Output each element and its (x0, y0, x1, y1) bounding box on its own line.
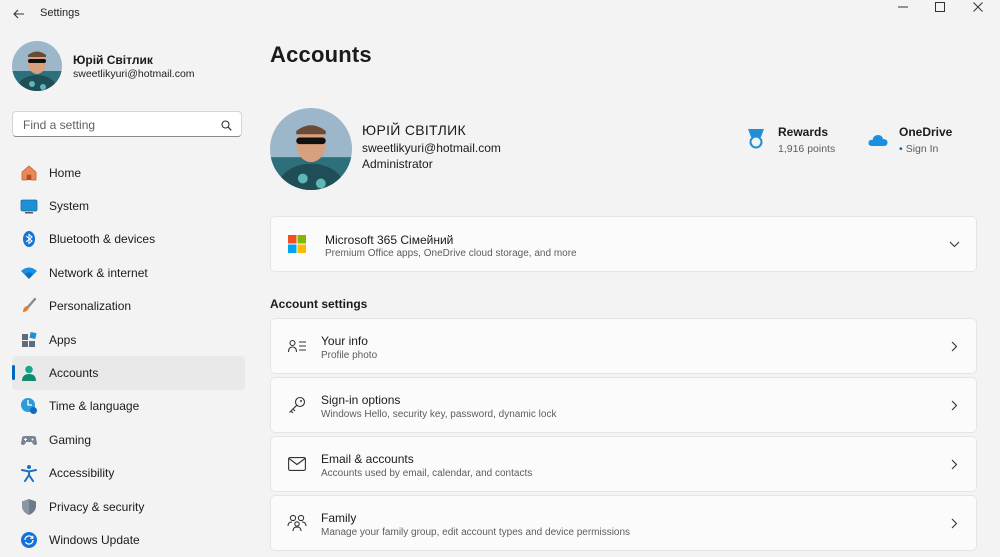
search-icon[interactable] (221, 118, 232, 136)
chevron-right-icon (948, 399, 960, 411)
sidebar: Юрій Світлик sweetlikyuri@hotmail.com Ho… (0, 30, 256, 556)
maximize-button[interactable] (921, 0, 959, 14)
chevron-right-icon (948, 340, 960, 352)
onedrive-status-text: Sign In (905, 143, 939, 155)
update-icon (20, 531, 38, 549)
email-accounts-card[interactable]: Email & accounts Accounts used by email,… (270, 436, 977, 492)
system-icon (20, 197, 38, 215)
app-title: Settings (40, 7, 80, 19)
accounts-icon (20, 364, 38, 382)
sidebar-item-bluetooth[interactable]: Bluetooth & devices (12, 223, 245, 256)
user-email: sweetlikyuri@hotmail.com (73, 68, 195, 80)
sign-in-options-title: Sign-in options (321, 393, 401, 407)
sidebar-item-label: Windows Update (49, 532, 140, 547)
sidebar-item-apps[interactable]: Apps (12, 323, 245, 356)
brush-icon (20, 297, 38, 315)
sidebar-item-label: Accessibility (49, 466, 115, 481)
onedrive-status: • Sign In (899, 143, 938, 155)
onedrive-cloud-icon (868, 133, 888, 152)
rewards-medal-icon (746, 127, 766, 156)
sidebar-item-system[interactable]: System (12, 189, 245, 222)
chevron-down-icon[interactable] (948, 238, 960, 250)
chevron-right-icon (948, 517, 960, 529)
sidebar-item-gaming[interactable]: Gaming (12, 423, 245, 456)
sidebar-item-time-language[interactable]: Time & language (12, 390, 245, 423)
sidebar-item-accounts[interactable]: Accounts (12, 356, 245, 390)
gamepad-icon (20, 431, 38, 449)
section-title: Account settings (270, 297, 368, 311)
your-info-title: Your info (321, 334, 368, 348)
sign-in-options-card[interactable]: Sign-in options Windows Hello, security … (270, 377, 977, 433)
search-input[interactable] (21, 115, 215, 135)
status-dot-icon: • (899, 143, 903, 155)
close-button[interactable] (959, 0, 997, 14)
back-arrow-icon (13, 9, 24, 19)
sidebar-item-label: Privacy & security (49, 499, 145, 514)
home-icon (20, 164, 38, 182)
rewards-title: Rewards (778, 125, 829, 139)
minimize-button[interactable] (884, 0, 922, 14)
user-name: Юрій Світлик (73, 53, 153, 67)
sidebar-item-label: Network & internet (49, 265, 148, 280)
email-accounts-title: Email & accounts (321, 452, 414, 466)
avatar[interactable] (12, 41, 62, 91)
sign-in-options-subtitle: Windows Hello, security key, password, d… (321, 409, 557, 420)
accessibility-icon (20, 464, 38, 483)
sidebar-item-label: System (49, 199, 90, 214)
title-bar: Settings (0, 0, 1000, 30)
sidebar-item-label: Apps (49, 332, 77, 347)
profile-email: sweetlikyuri@hotmail.com (362, 141, 501, 155)
apps-icon (20, 331, 38, 349)
chevron-right-icon (948, 458, 960, 470)
microsoft-logo-icon (287, 234, 307, 254)
search-box[interactable] (12, 111, 242, 137)
shield-icon (20, 498, 38, 516)
rewards-points: 1,916 points (778, 143, 836, 155)
m365-title: Microsoft 365 Сімейний (325, 233, 454, 247)
family-subtitle: Manage your family group, edit account t… (321, 527, 631, 538)
close-icon (973, 2, 983, 12)
sidebar-item-label: Home (49, 165, 82, 180)
key-icon (287, 395, 307, 415)
page-title: Accounts (270, 42, 372, 67)
minimize-icon (898, 6, 908, 8)
m365-subtitle: Premium Office apps, OneDrive cloud stor… (325, 248, 577, 259)
sidebar-item-label: Personalization (49, 299, 132, 314)
your-info-card[interactable]: Your info Profile photo (270, 318, 977, 374)
sidebar-item-home[interactable]: Home (12, 156, 245, 189)
back-button[interactable] (9, 5, 29, 23)
maximize-icon (935, 2, 945, 12)
sidebar-item-label: Gaming (49, 432, 92, 447)
nav-list: Home System Bluetooth & devices Network … (12, 156, 245, 557)
m365-card[interactable]: Microsoft 365 Сімейний Premium Office ap… (270, 216, 977, 272)
sidebar-item-personalization[interactable]: Personalization (12, 290, 245, 323)
sidebar-item-label: Bluetooth & devices (49, 232, 156, 247)
sidebar-item-network[interactable]: Network & internet (12, 256, 245, 289)
wifi-icon (20, 264, 38, 282)
sidebar-item-accessibility[interactable]: Accessibility (12, 457, 245, 490)
mail-icon (287, 454, 307, 474)
sidebar-item-label: Time & language (49, 399, 140, 414)
bluetooth-icon (20, 230, 38, 248)
family-icon (287, 513, 307, 533)
onedrive-title: OneDrive (899, 125, 953, 139)
time-language-icon (20, 397, 38, 415)
email-accounts-subtitle: Accounts used by email, calendar, and co… (321, 468, 533, 479)
profile-name: ЮРІЙ СВІТЛИК (362, 122, 466, 138)
sidebar-item-privacy-security[interactable]: Privacy & security (12, 490, 245, 523)
sidebar-item-windows-update[interactable]: Windows Update (12, 523, 245, 556)
family-title: Family (321, 511, 357, 525)
profile-role: Administrator (362, 157, 433, 171)
your-info-icon (287, 336, 307, 356)
sidebar-item-label: Accounts (49, 366, 99, 381)
your-info-subtitle: Profile photo (321, 350, 378, 361)
family-card[interactable]: Family Manage your family group, edit ac… (270, 495, 977, 551)
profile-avatar[interactable] (270, 108, 352, 190)
